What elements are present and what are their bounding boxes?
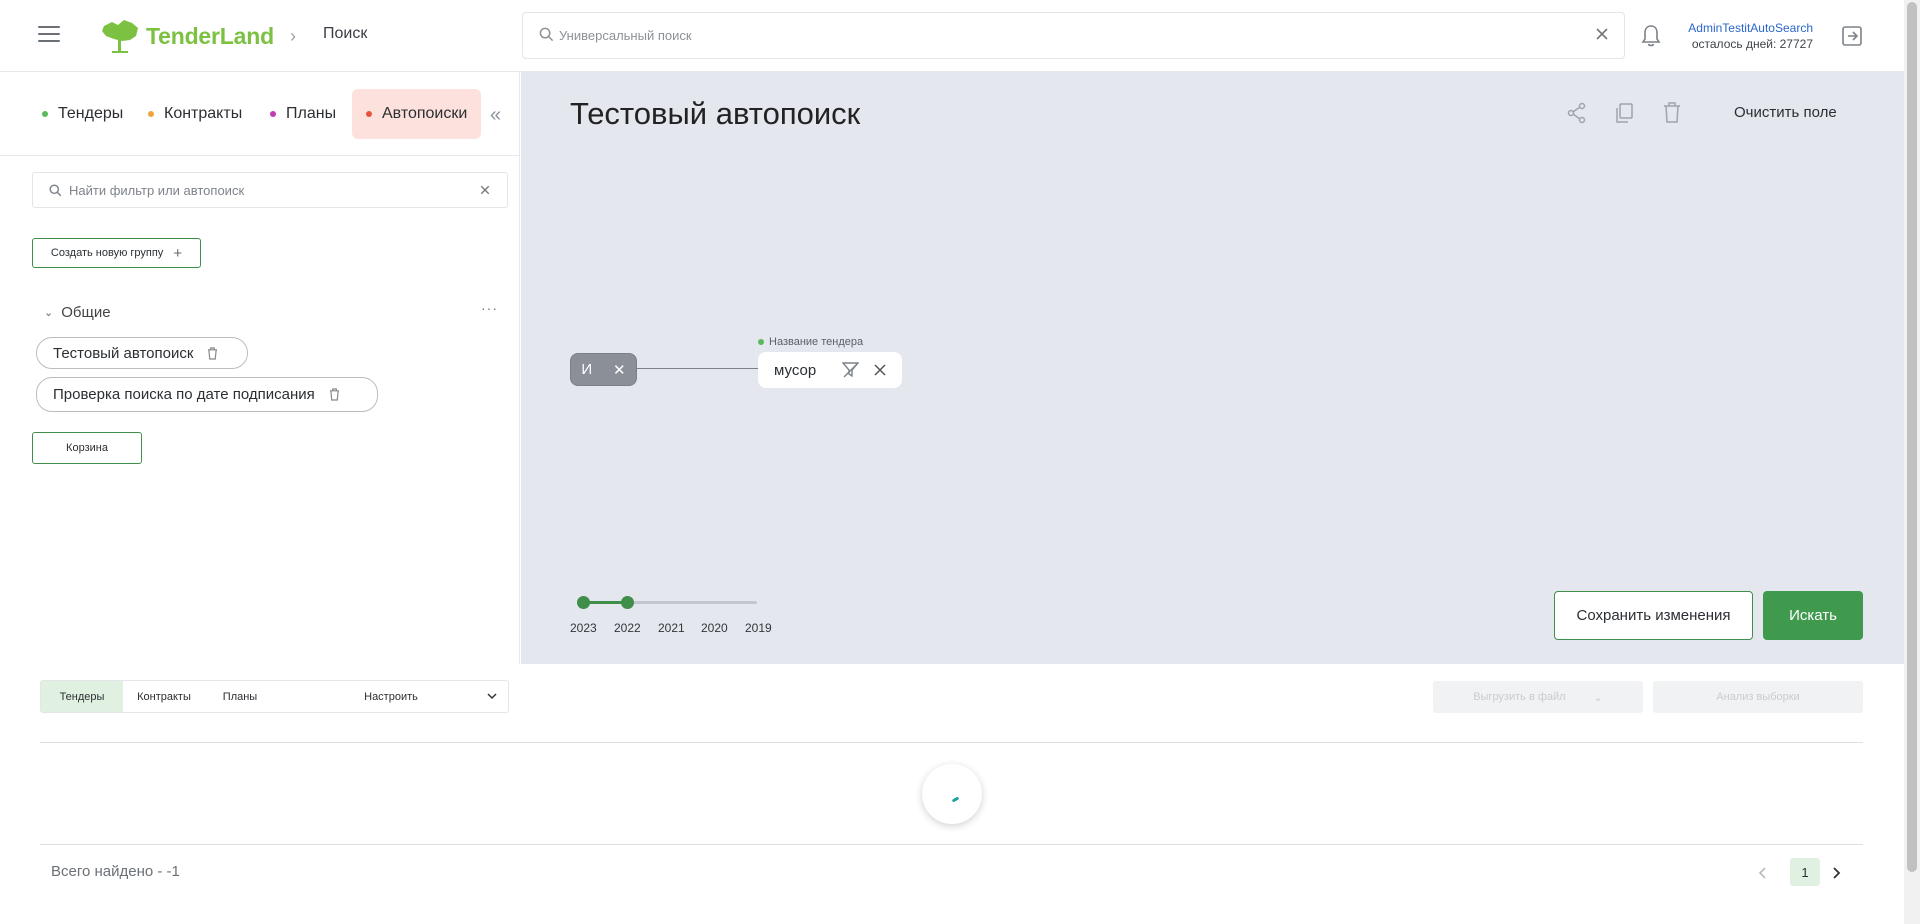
loading-spinner — [922, 764, 982, 824]
universal-search — [522, 12, 1625, 59]
notification-bell-icon[interactable] — [1641, 24, 1661, 48]
create-group-label: Создать новую группу — [50, 247, 164, 259]
logo[interactable]: TenderLand — [98, 16, 274, 56]
user-name[interactable]: AdminTestitAutoSearch — [1660, 20, 1813, 36]
year-label: 2020 — [701, 621, 728, 635]
chevron-down-icon: ⌄ — [44, 307, 54, 319]
page-title: Тестовый автопоиск — [570, 96, 861, 131]
export-file-button[interactable]: Выгрузить в файл ⌄ — [1433, 681, 1643, 713]
filter-off-icon[interactable] — [842, 362, 859, 378]
results-tabs: Тендеры Контракты Планы Настроить — [40, 680, 509, 713]
close-icon[interactable]: ✕ — [613, 361, 626, 379]
results-tab-contracts[interactable]: Контракты — [123, 681, 205, 712]
operator-label: И — [581, 361, 593, 378]
copy-icon[interactable] — [1614, 102, 1634, 124]
tab-tenders[interactable]: Тендеры — [28, 89, 137, 139]
trash-label: Корзина — [66, 442, 108, 454]
group-header[interactable]: ⌄ Общие — [44, 304, 111, 321]
autosearch-label: Проверка поиска по дате подписания — [53, 386, 315, 403]
node-connector — [637, 368, 762, 369]
tab-label: Автопоиски — [382, 105, 468, 122]
results-panel: Тендеры Контракты Планы Настроить Выгруз… — [0, 664, 1904, 924]
delete-icon[interactable] — [1663, 102, 1681, 124]
save-changes-button[interactable]: Сохранить изменения — [1554, 591, 1753, 640]
tab-dot — [42, 111, 48, 117]
tab-autosearches[interactable]: Автопоиски — [352, 89, 482, 139]
search-button[interactable]: Искать — [1763, 591, 1863, 640]
results-tab-tenders[interactable]: Тендеры — [41, 681, 123, 712]
left-panel: Тендеры Контракты Планы Автопоиски « Соз… — [0, 72, 520, 664]
plus-icon: + — [173, 244, 183, 262]
trash-icon[interactable] — [329, 388, 340, 401]
user-info[interactable]: AdminTestitAutoSearch осталось дней: 277… — [1660, 20, 1813, 52]
autosearch-label: Тестовый автопоиск — [53, 344, 194, 362]
and-operator-node[interactable]: И ✕ — [570, 353, 637, 386]
more-options-icon[interactable]: ··· — [481, 300, 498, 316]
breadcrumb[interactable]: Поиск — [323, 25, 367, 43]
tree-logo-icon — [102, 20, 138, 53]
search-icon — [539, 27, 554, 42]
menu-icon[interactable] — [38, 26, 60, 44]
total-found: Всего найдено - -1 — [51, 863, 180, 880]
field-label: Название тендера — [758, 336, 863, 348]
chevron-down-icon: ⌄ — [1593, 691, 1603, 704]
create-group-button[interactable]: Создать новую группу + — [32, 238, 201, 268]
status-dot — [758, 339, 764, 345]
collapse-panel-icon[interactable]: « — [490, 104, 501, 127]
year-slider-handle-end[interactable] — [621, 596, 634, 609]
search-icon — [49, 184, 62, 197]
field-label-text: Название тендера — [769, 336, 864, 348]
clear-field-button[interactable]: Очистить поле — [1734, 104, 1837, 121]
filter-search-input[interactable] — [69, 173, 469, 207]
days-left: осталось дней: 27727 — [1691, 37, 1813, 51]
autosearch-item[interactable]: Проверка поиска по дате подписания — [36, 377, 378, 412]
trash-icon[interactable] — [207, 346, 218, 360]
divider — [40, 742, 1863, 743]
app-root: TenderLand › Поиск AdminTestitAutoSearch… — [0, 0, 1920, 924]
group-name: Общие — [61, 304, 111, 321]
tab-label: Тендеры — [58, 105, 124, 122]
year-label: 2023 — [570, 621, 597, 635]
year-label: 2022 — [614, 621, 641, 635]
page-number[interactable]: 1 — [1790, 858, 1820, 886]
close-icon[interactable] — [873, 363, 887, 377]
tab-contracts[interactable]: Контракты — [134, 89, 256, 139]
year-label: 2019 — [745, 621, 772, 635]
year-label: 2021 — [658, 621, 685, 635]
logo-text: TenderLand — [146, 22, 274, 49]
scrollbar-thumb[interactable] — [1907, 2, 1917, 872]
search-term-node[interactable]: мусор — [758, 352, 902, 388]
breadcrumb-chevron-icon: › — [290, 26, 296, 46]
trash-button[interactable]: Корзина — [32, 432, 142, 464]
chevron-left-icon[interactable] — [1758, 866, 1768, 880]
tab-plans[interactable]: Планы — [256, 89, 350, 139]
chevron-right-icon[interactable] — [1831, 866, 1841, 880]
share-icon[interactable] — [1566, 102, 1588, 124]
year-slider-handle-start[interactable] — [577, 596, 590, 609]
tab-dot — [270, 111, 276, 117]
universal-search-input[interactable] — [559, 13, 1559, 58]
scrollbar[interactable] — [1904, 0, 1920, 924]
export-label: Выгрузить в файл — [1473, 691, 1566, 703]
autosearch-item[interactable]: Тестовый автопоиск — [36, 337, 248, 369]
query-canvas: Тестовый автопоиск Очистить поле И ✕ Наз… — [521, 72, 1904, 664]
tab-label: Контракты — [164, 105, 243, 122]
top-header: TenderLand › Поиск AdminTestitAutoSearch… — [0, 0, 1904, 72]
chevron-down-icon[interactable] — [486, 689, 498, 703]
left-tabs: Тендеры Контракты Планы Автопоиски « — [0, 72, 520, 156]
results-tab-settings[interactable]: Настроить — [351, 681, 431, 712]
clear-filter-icon[interactable] — [479, 184, 491, 196]
search-term: мусор — [774, 361, 817, 379]
filter-search — [32, 172, 508, 208]
tab-dot — [148, 111, 154, 117]
clear-search-icon[interactable] — [1594, 26, 1610, 42]
tab-dot — [366, 111, 372, 117]
divider — [40, 844, 1863, 845]
results-tab-plans[interactable]: Планы — [205, 681, 275, 712]
logout-icon[interactable] — [1840, 24, 1864, 48]
analysis-button[interactable]: Анализ выборки — [1653, 681, 1863, 713]
tab-label: Планы — [286, 105, 337, 122]
